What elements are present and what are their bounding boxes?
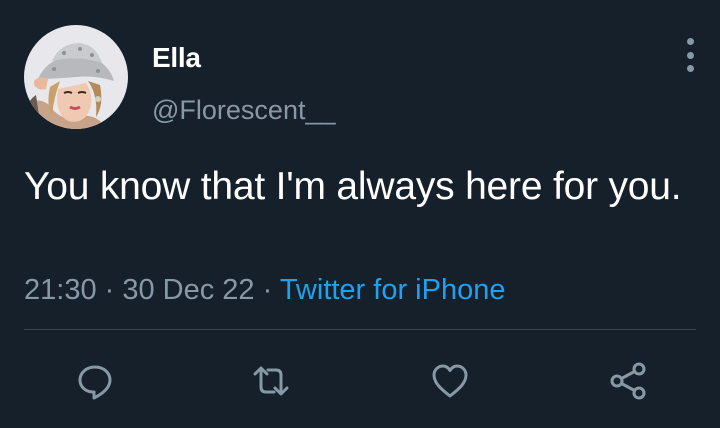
tweet-date: 30 Dec 22 [122, 274, 255, 306]
more-dot-icon [686, 65, 694, 72]
meta-separator: · [254, 274, 280, 306]
heart-icon [432, 364, 468, 398]
avatar[interactable] [24, 25, 128, 129]
reply-button[interactable] [75, 361, 115, 401]
user-handle[interactable]: @Florescent__ [152, 95, 336, 126]
tweet-meta: 21:30 · 30 Dec 22 · Twitter for iPhone [24, 274, 505, 307]
retweet-arrows-icon [253, 366, 289, 396]
tweet-time: 21:30 [24, 274, 97, 306]
more-dot-icon [686, 38, 694, 45]
more-options-button[interactable] [678, 38, 702, 72]
avatar-photo [24, 25, 128, 129]
speech-bubble-icon [78, 365, 112, 400]
tweet-source-link[interactable]: Twitter for iPhone [280, 274, 506, 306]
more-dot-icon [686, 51, 694, 59]
display-name[interactable]: Ella [152, 42, 201, 74]
share-button[interactable] [608, 361, 648, 401]
divider [24, 329, 696, 330]
like-button[interactable] [430, 361, 470, 401]
retweet-button[interactable] [251, 361, 291, 401]
tweet-text: You know that I'm always here for you. [24, 165, 682, 208]
share-nodes-icon [610, 362, 646, 400]
meta-separator: · [96, 274, 123, 306]
